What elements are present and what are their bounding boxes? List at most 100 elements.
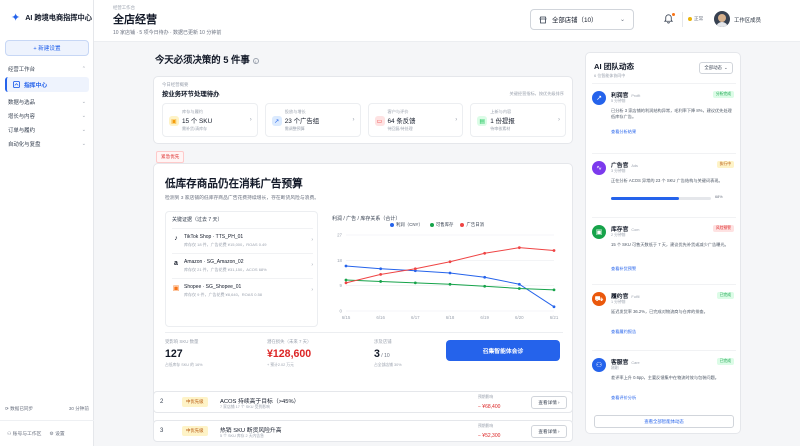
tile-label: 库存与履约 — [182, 109, 203, 114]
sync-time: 30 分钟前 — [68, 406, 89, 411]
sidebar: ✦ AI 跨境电商指挥中心 + 新建设置 经营工作台 ⌃ 指挥中心 数据与选品 … — [0, 0, 94, 446]
nav-group-label: 自动化与复盘 — [8, 142, 41, 148]
chat-icon: ▭ — [374, 116, 385, 126]
avatar[interactable] — [714, 11, 730, 27]
row-title: 热销 SKU 断货风险升高 — [220, 428, 282, 434]
evidence-name: Shopee · SG_Shopee_01 — [184, 284, 242, 290]
agent-link[interactable]: 查看分析结果 — [611, 129, 636, 135]
agent-message: 延迟发货率 36.2%，已完成对物流商与仓库的排查。 — [611, 309, 708, 314]
agent-message: 正在分析 ACOS 异常的 23 个 SKU 广告结构与关键词表现。 — [611, 178, 723, 183]
chevron-right-icon: › — [311, 262, 313, 268]
notification-bell[interactable] — [663, 13, 675, 25]
metric-value: 127 — [165, 348, 183, 360]
tile-value: 1 份提报 — [490, 118, 515, 125]
row-sub: 7 家店铺 17 个 SKU 受到影响 — [220, 405, 270, 409]
evidence-row[interactable]: ♪ TikTok Shop · TTS_PH_01 库存仅 18 件，广告花费 … — [172, 228, 313, 250]
decision-row: 2 中优先级 ACOS 持续高于目标（>45%） 7 家店铺 17 个 SKU … — [153, 391, 573, 413]
nav-group-automation[interactable]: 自动化与复盘 ⌄ — [0, 137, 94, 151]
data-point — [344, 281, 348, 285]
agent-time: 刚刚 — [611, 366, 619, 370]
status-badge: 执行中 — [716, 161, 734, 168]
new-settings-button[interactable]: + 新建设置 — [5, 40, 89, 56]
y-tick-label: 27 — [337, 233, 342, 238]
chevron-down-icon: ⌄ — [81, 99, 86, 105]
tile-sub: 需补货/清库存 — [182, 126, 208, 131]
agent-card: ▣ 库存官 Com 2 分钟前 风险预警 15 个 SKU 可售天数低于 7 天，… — [592, 217, 736, 283]
agent-name: 利润官 Profit — [611, 93, 641, 99]
header: 经营工作台 全店经营 10 家店铺 · 5 项今日待办 · 数据已更新 10 分… — [94, 0, 800, 42]
nav-group-label: 经营工作台 — [8, 67, 35, 73]
agent-message: 15 个 SKU 可售天数低于 7 天，建议优先补货或减少广告曝光。 — [611, 242, 729, 247]
account-link[interactable]: ⚇ 账号与工作区 — [7, 430, 41, 437]
agent-link[interactable]: 查看补货预警 — [611, 266, 636, 272]
tile-reviews[interactable]: ▭ 客户与评价 64 条反馈 待回复/待处理 › — [367, 103, 464, 137]
evidence-panel: 关键证据（过去 7 天） ♪ TikTok Shop · TTS_PH_01 库… — [165, 211, 318, 327]
activity-filter[interactable]: 全部动态 ⌄ — [699, 62, 733, 74]
evidence-title: 关键证据（过去 7 天） — [172, 217, 223, 223]
trend-chart: 利润 / 广告 / 库存关系（合计） 利润（CNY） 可售库存 广告日消 27 1… — [328, 211, 562, 327]
header-subline: 10 家店铺 · 5 项今日待办 · 数据已更新 10 分钟前 — [113, 30, 222, 36]
chevron-right-icon: › — [352, 117, 355, 123]
trend-icon: ↗ — [271, 116, 282, 126]
nav-group-label: 订单与履约 — [8, 128, 35, 134]
data-point — [413, 281, 417, 285]
box-icon: ▣ — [169, 116, 179, 126]
view-details-button[interactable]: 查看详情 › — [531, 425, 567, 438]
agent-time: 2 分钟前 — [611, 233, 626, 237]
status-badge: 分析完成 — [712, 91, 734, 98]
chevron-right-icon: › — [455, 117, 458, 123]
nav-group-workbench[interactable]: 经营工作台 ⌃ — [0, 62, 94, 76]
nav-group-orders[interactable]: 订单与履约 ⌄ — [0, 123, 94, 137]
users-icon: ⚇ — [592, 358, 606, 372]
x-tick-label: 6/18 — [446, 315, 455, 320]
metric-value: ¥128,600 — [267, 348, 312, 360]
evidence-row[interactable]: a Amazon · SG_Amazon_02 库存仅 21 件，广告花费 ¥3… — [172, 253, 313, 275]
data-point — [483, 275, 487, 279]
agent-time: 3 分钟前 — [611, 169, 626, 173]
store-icon — [539, 16, 547, 23]
view-all-agents-button[interactable]: 查看全部智能体动态 — [594, 415, 734, 428]
settings-link[interactable]: ⚙ 设置 — [49, 430, 64, 437]
sync-status: ⟳ 数据已同步 30 分钟前 — [5, 403, 89, 415]
data-point — [448, 260, 452, 264]
status-badge: 已完成 — [716, 358, 734, 365]
priority-title: 低库存商品仍在消耗广告预算 — [165, 178, 303, 190]
evidence-row[interactable]: ▣ Shopee · SG_Shopee_01 库存仅 9 件，广告花费 ¥8,… — [172, 278, 313, 300]
y-tick-label: 9 — [340, 283, 343, 288]
progress-fill — [611, 197, 679, 200]
info-icon[interactable]: i — [252, 57, 259, 64]
view-details-button[interactable]: 查看详情 › — [531, 396, 567, 409]
agent-link[interactable]: 查看评价分析 — [611, 395, 636, 401]
data-point — [448, 271, 452, 275]
x-tick-label: 6/15 — [342, 315, 351, 320]
ai-team-panel: AI 团队动态 6 位智能体协同中 全部动态 ⌄ ↗ 利润官 Profit 5 分钟… — [585, 52, 741, 434]
status-badge: 风险预警 — [712, 225, 734, 232]
data-point — [344, 264, 348, 268]
evidence-sub: 库存仅 9 件，广告花费 ¥8,640，ROAS 0.58 — [184, 292, 263, 297]
data-point — [483, 284, 487, 288]
progress-bar — [611, 197, 711, 200]
sparkle-icon: ✦ — [11, 11, 21, 24]
evidence-name: Amazon · SG_Amazon_02 — [184, 259, 244, 265]
metric-sub: 占全部店铺 30% — [374, 363, 402, 367]
store-select-value: 全部店铺（10） — [552, 17, 598, 24]
tile-content[interactable]: ▤ 上新与内容 1 份提报 待审核素材 › — [470, 103, 566, 137]
nav-group-growth[interactable]: 增长与内容 ⌄ — [0, 109, 94, 123]
agent-time: 5 分钟前 — [611, 99, 626, 103]
nav-group-data[interactable]: 数据与选品 ⌄ — [0, 95, 94, 109]
agent-link[interactable]: 查看履约报告 — [611, 329, 636, 335]
brand: ✦ AI 跨境电商指挥中心 — [0, 0, 93, 36]
notification-dot — [672, 13, 675, 16]
shopee-logo-icon: ▣ — [172, 285, 180, 292]
tile-ads[interactable]: ↗ 投放与增长 23 个广告组 需调整预算 › — [264, 103, 361, 137]
convene-agents-button[interactable]: 召集智能体会诊 — [446, 340, 560, 361]
tile-inventory[interactable]: ▣ 库存与履约 15 个 SKU 需补货/清库存 › — [162, 103, 258, 137]
store-select[interactable]: 全部店铺（10） ⌄ — [530, 9, 634, 30]
sidebar-item-command-center[interactable]: 指挥中心 — [5, 77, 89, 92]
main-content: 今天必须决策的 5 件事 i 今日经营概要 按业务环节处理待办 关键经营指标，按优… — [153, 42, 579, 446]
line-chart-svg: 27 18 9 06/15 6/16 6/17 6/18 6/19 6/20 6/21 — [337, 233, 559, 321]
section-title: 今天必须决策的 5 件事 i — [155, 52, 259, 66]
urgent-tag: 紧急优先 — [156, 151, 185, 163]
username[interactable]: 工作区成员 — [734, 16, 761, 24]
priority-card: 低库存商品仍在消耗广告预算 检测到 3 家店铺的低库存商品广告花费持续增长，存在… — [153, 163, 573, 425]
